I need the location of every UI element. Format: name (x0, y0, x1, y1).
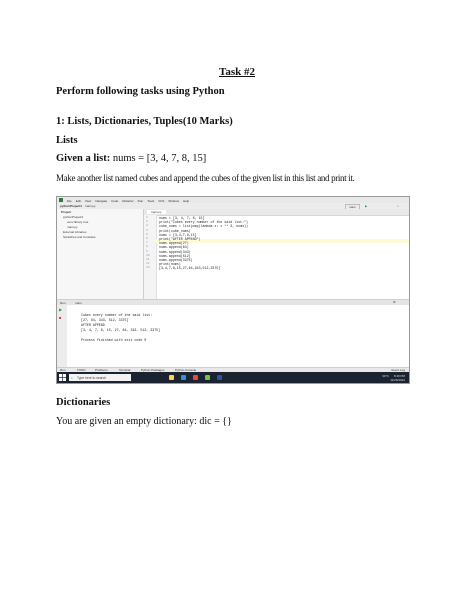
weather-text: 30°C (382, 374, 389, 378)
tree-item-venv[interactable]: venv library root (67, 220, 88, 224)
given-code: nums = [3, 4, 7, 8, 15] (110, 153, 207, 164)
project-breadcrumb[interactable]: pythonProject4 (60, 204, 82, 208)
line-number: 11 (146, 258, 150, 261)
tree-item-main[interactable]: main.py (67, 225, 78, 229)
run-console[interactable]: Cubes every number of the said list: [27,… (67, 305, 409, 367)
task-intro: Perform following tasks using Python (56, 86, 225, 97)
code-editor[interactable]: main.py 1 nums = [3, 4, 7, 8, 15] 2 print("… (144, 209, 409, 299)
pycharm-icon[interactable] (205, 375, 210, 380)
line-number: 9 (146, 249, 148, 253)
project-panel: Project pythonProject4 venv library root… (57, 209, 144, 299)
given-list-line: Given a list: nums = [3, 4, 7, 8, 15] (56, 153, 206, 164)
section-heading: 1: Lists, Dictionaries, Tuples(10 Marks) (56, 116, 233, 127)
tree-item-root[interactable]: pythonProject4 (63, 215, 83, 219)
clock-date: 11/26/2022 (390, 378, 405, 382)
code-line[interactable]: [3,4,7,8,15,27,64,343,512,3375] (159, 266, 220, 270)
windows-taskbar: ⌕ Type here to search 30°C 8:49 PM 11/26… (57, 372, 409, 383)
taskbar-search-input[interactable]: ⌕ Type here to search (69, 374, 131, 381)
lists-heading: Lists (56, 135, 78, 146)
file-breadcrumb[interactable]: main.py (85, 204, 96, 208)
editor-tab-bar: main.py (144, 209, 409, 216)
tree-item-scratches[interactable]: Scratches and Consoles (63, 235, 96, 239)
app-logo-icon (59, 198, 63, 202)
line-number: 10 (146, 253, 150, 257)
project-panel-header[interactable]: Project (61, 210, 71, 214)
dictionaries-heading: Dictionaries (56, 397, 111, 408)
search-icon: ⌕ (71, 375, 73, 380)
line-number: 3 (146, 224, 148, 228)
line-number: 8 (146, 245, 148, 249)
dictionary-instruction: You are given an empty dictionary: dic =… (56, 416, 232, 427)
line-number: 6 (146, 237, 148, 240)
instruction-text: Make another list named cubes and append… (56, 173, 355, 183)
task-title: Task #2 (219, 66, 255, 78)
line-number: 2 (146, 220, 148, 224)
line-gutter (144, 215, 157, 299)
line-number: 1 (146, 216, 148, 219)
console-line: [3, 4, 7, 8, 15, 27, 64, 343, 512, 3375] (81, 328, 161, 332)
taskbar-search-placeholder: Type here to search (77, 375, 107, 380)
file-explorer-icon[interactable] (169, 375, 174, 380)
browser-icon[interactable] (181, 375, 186, 380)
editor-tab-main[interactable]: main.py (147, 210, 166, 214)
rerun-icon[interactable]: ▶ (59, 307, 62, 312)
tree-item-external[interactable]: External Libraries (63, 230, 86, 234)
console-line: Process finished with exit code 0 (81, 338, 147, 342)
settings-gear-icon[interactable]: ⚙ (393, 300, 396, 304)
given-label: Given a list: (56, 153, 111, 164)
run-icon[interactable]: ▶ (365, 204, 367, 208)
console-line: [27, 64, 343, 512, 3375] (81, 318, 129, 322)
console-line: AFTER APPEND (81, 323, 105, 327)
line-number: 7 (146, 241, 148, 245)
line-number: 13 (146, 266, 150, 270)
windows-start-icon[interactable] (59, 374, 66, 381)
system-tray[interactable]: 30°C 8:49 PM 11/26/2022 (382, 374, 405, 382)
line-number: 4 (146, 228, 148, 232)
stop-icon[interactable]: ■ (59, 315, 61, 320)
chrome-icon[interactable] (193, 375, 198, 380)
ide-screenshot: File Edit View Navigate Code Refactor Run Tools… (56, 196, 410, 384)
line-number: 12 (146, 262, 150, 266)
search-icon[interactable]: ⌕ (397, 204, 399, 208)
line-number: 5 (146, 232, 148, 236)
word-icon[interactable] (217, 375, 222, 380)
console-line: Cubes every number of the said list: (81, 313, 153, 317)
